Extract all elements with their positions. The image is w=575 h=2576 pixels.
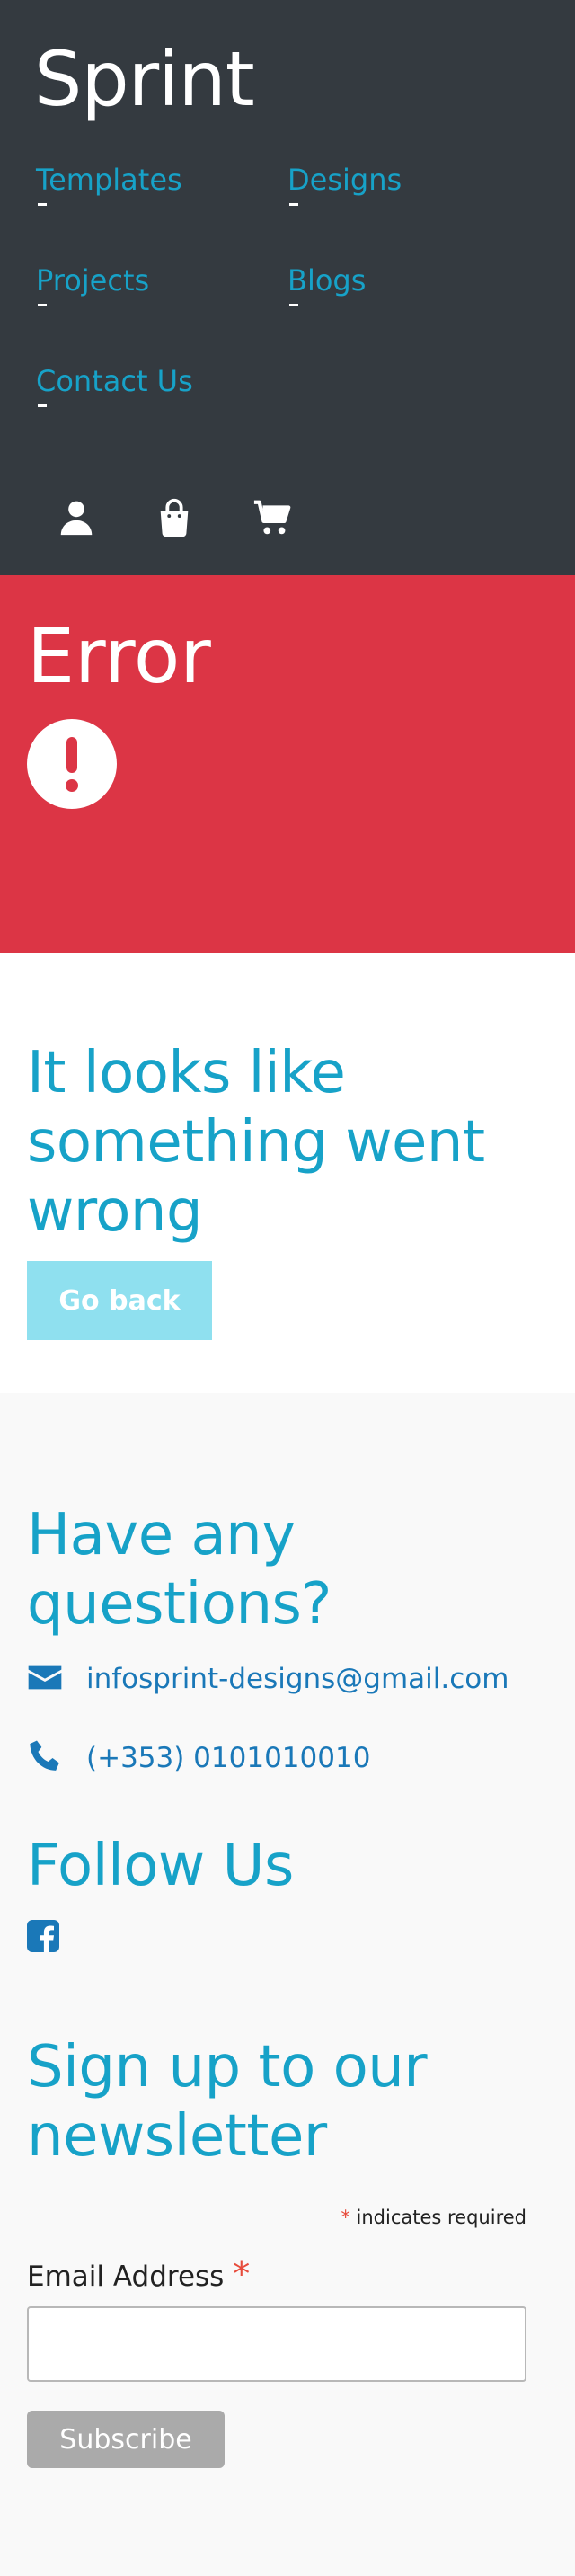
contact-phone-row: (+353) 0101010010 [27,1733,557,1778]
error-banner: Error [0,575,575,953]
email-label-text: Email Address [27,2261,225,2293]
site-header: Sprint Templates Designs Projects Blogs … [0,0,575,575]
required-asterisk: * [341,2207,350,2228]
required-note: * indicates required [341,2204,526,2231]
shopping-bag-icon[interactable] [154,497,195,538]
nav-contact-us[interactable]: Contact Us [36,363,193,407]
footer: Have any questions? infosprint-designs@g… [0,1393,575,2576]
user-icon[interactable] [56,497,97,538]
newsletter-heading: Sign up to our newsletter [27,2034,428,2170]
required-note-text: indicates required [356,2207,526,2228]
envelope-icon [27,1659,63,1695]
follow-heading: Follow Us [27,1833,294,1899]
brand-logo[interactable]: Sprint [34,34,255,124]
error-message-heading: It looks like something went wrong [27,1040,485,1245]
nav-templates[interactable]: Templates [36,162,182,206]
facebook-icon[interactable] [27,1920,59,1952]
phone-icon [27,1738,63,1774]
shopping-cart-icon[interactable] [252,497,294,538]
email-required-asterisk: * [233,2254,251,2294]
contact-email-row: infosprint-designs@gmail.com [27,1654,557,1699]
error-message-section: It looks like something went wrong Go ba… [0,953,575,1393]
questions-heading: Have any questions? [27,1502,332,1638]
nav-blogs[interactable]: Blogs [288,262,366,306]
go-back-button[interactable]: Go back [27,1261,212,1340]
nav-designs[interactable]: Designs [288,162,402,206]
nav-projects[interactable]: Projects [36,262,149,306]
exclamation-circle-icon [27,719,117,809]
error-title: Error [27,612,211,700]
email-label: Email Address * [27,2254,250,2296]
email-address-input[interactable] [27,2306,526,2382]
subscribe-button[interactable]: Subscribe [27,2411,225,2468]
contact-email-link[interactable]: infosprint-designs@gmail.com [86,1661,509,1697]
contact-phone-link[interactable]: (+353) 0101010010 [86,1740,370,1776]
